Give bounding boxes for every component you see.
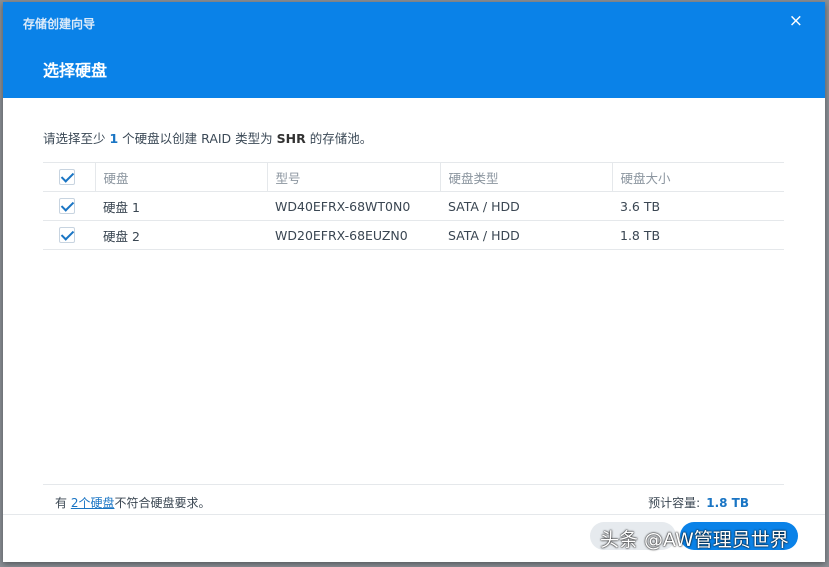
raid-type: SHR [276,131,306,146]
step-title: 选择硬盘 [43,61,108,80]
desc-text: 请选择至少 [43,131,110,146]
table-row[interactable]: 硬盘 2 WD20EFRX-68EUZN0 SATA / HDD 1.8 TB [43,220,784,250]
estimated-capacity: 预计容量: 1.8 TB [648,494,749,511]
ineligible-notice: 有 2个硬盘不符合硬盘要求。 [55,494,210,511]
disk-size: 3.6 TB [612,191,784,221]
col-size[interactable]: 硬盘大小 [611,162,784,192]
watermark: 头条 @AW管理员世界 [600,529,789,551]
select-all-checkbox[interactable] [59,169,75,186]
close-icon[interactable]: × [789,11,803,31]
notice-text: 有 [55,496,71,510]
disk-model: WD40EFRX-68WT0N0 [267,191,440,221]
disk-model: WD20EFRX-68EUZN0 [267,220,440,250]
disk-size: 1.8 TB [612,220,784,250]
min-disk-count: 1 [109,131,119,146]
row-checkbox[interactable] [59,227,75,244]
disk-type: SATA / HDD [440,191,612,221]
notice-text: 不符合硬盘要求。 [114,496,211,510]
table-header: 硬盘 型号 硬盘类型 硬盘大小 [43,162,784,192]
col-model[interactable]: 型号 [266,162,440,192]
disk-name: 硬盘 1 [95,191,267,221]
ineligible-disks-link[interactable]: 2个硬盘 [71,496,115,510]
capacity-label: 预计容量: [648,496,701,510]
table-row[interactable]: 硬盘 1 WD40EFRX-68WT0N0 SATA / HDD 3.6 TB [43,191,784,221]
row-checkbox[interactable] [59,198,75,215]
button-bar-divider [3,514,825,515]
col-type[interactable]: 硬盘类型 [439,162,612,192]
disk-name: 硬盘 2 [95,220,267,250]
table-footer: 有 2个硬盘不符合硬盘要求。 预计容量: 1.8 TB [43,484,784,514]
description: 请选择至少 1 个硬盘以创建 RAID 类型为 SHR 的存储池。 [43,128,372,147]
disk-table: 硬盘 型号 硬盘类型 硬盘大小 硬盘 1 WD40EFRX-68WT0N0 SA… [43,162,784,250]
col-disk[interactable]: 硬盘 [94,162,267,192]
window-title: 存储创建向导 [23,17,96,31]
dialog-header: 存储创建向导 × 选择硬盘 [3,2,825,98]
desc-text: 的存储池。 [305,131,373,146]
capacity-value: 1.8 TB [706,496,749,510]
disk-type: SATA / HDD [440,220,612,250]
desc-text: 个硬盘以创建 RAID 类型为 [118,131,277,146]
storage-wizard-dialog: 存储创建向导 × 选择硬盘 请选择至少 1 个硬盘以创建 RAID 类型为 SH… [3,2,825,562]
